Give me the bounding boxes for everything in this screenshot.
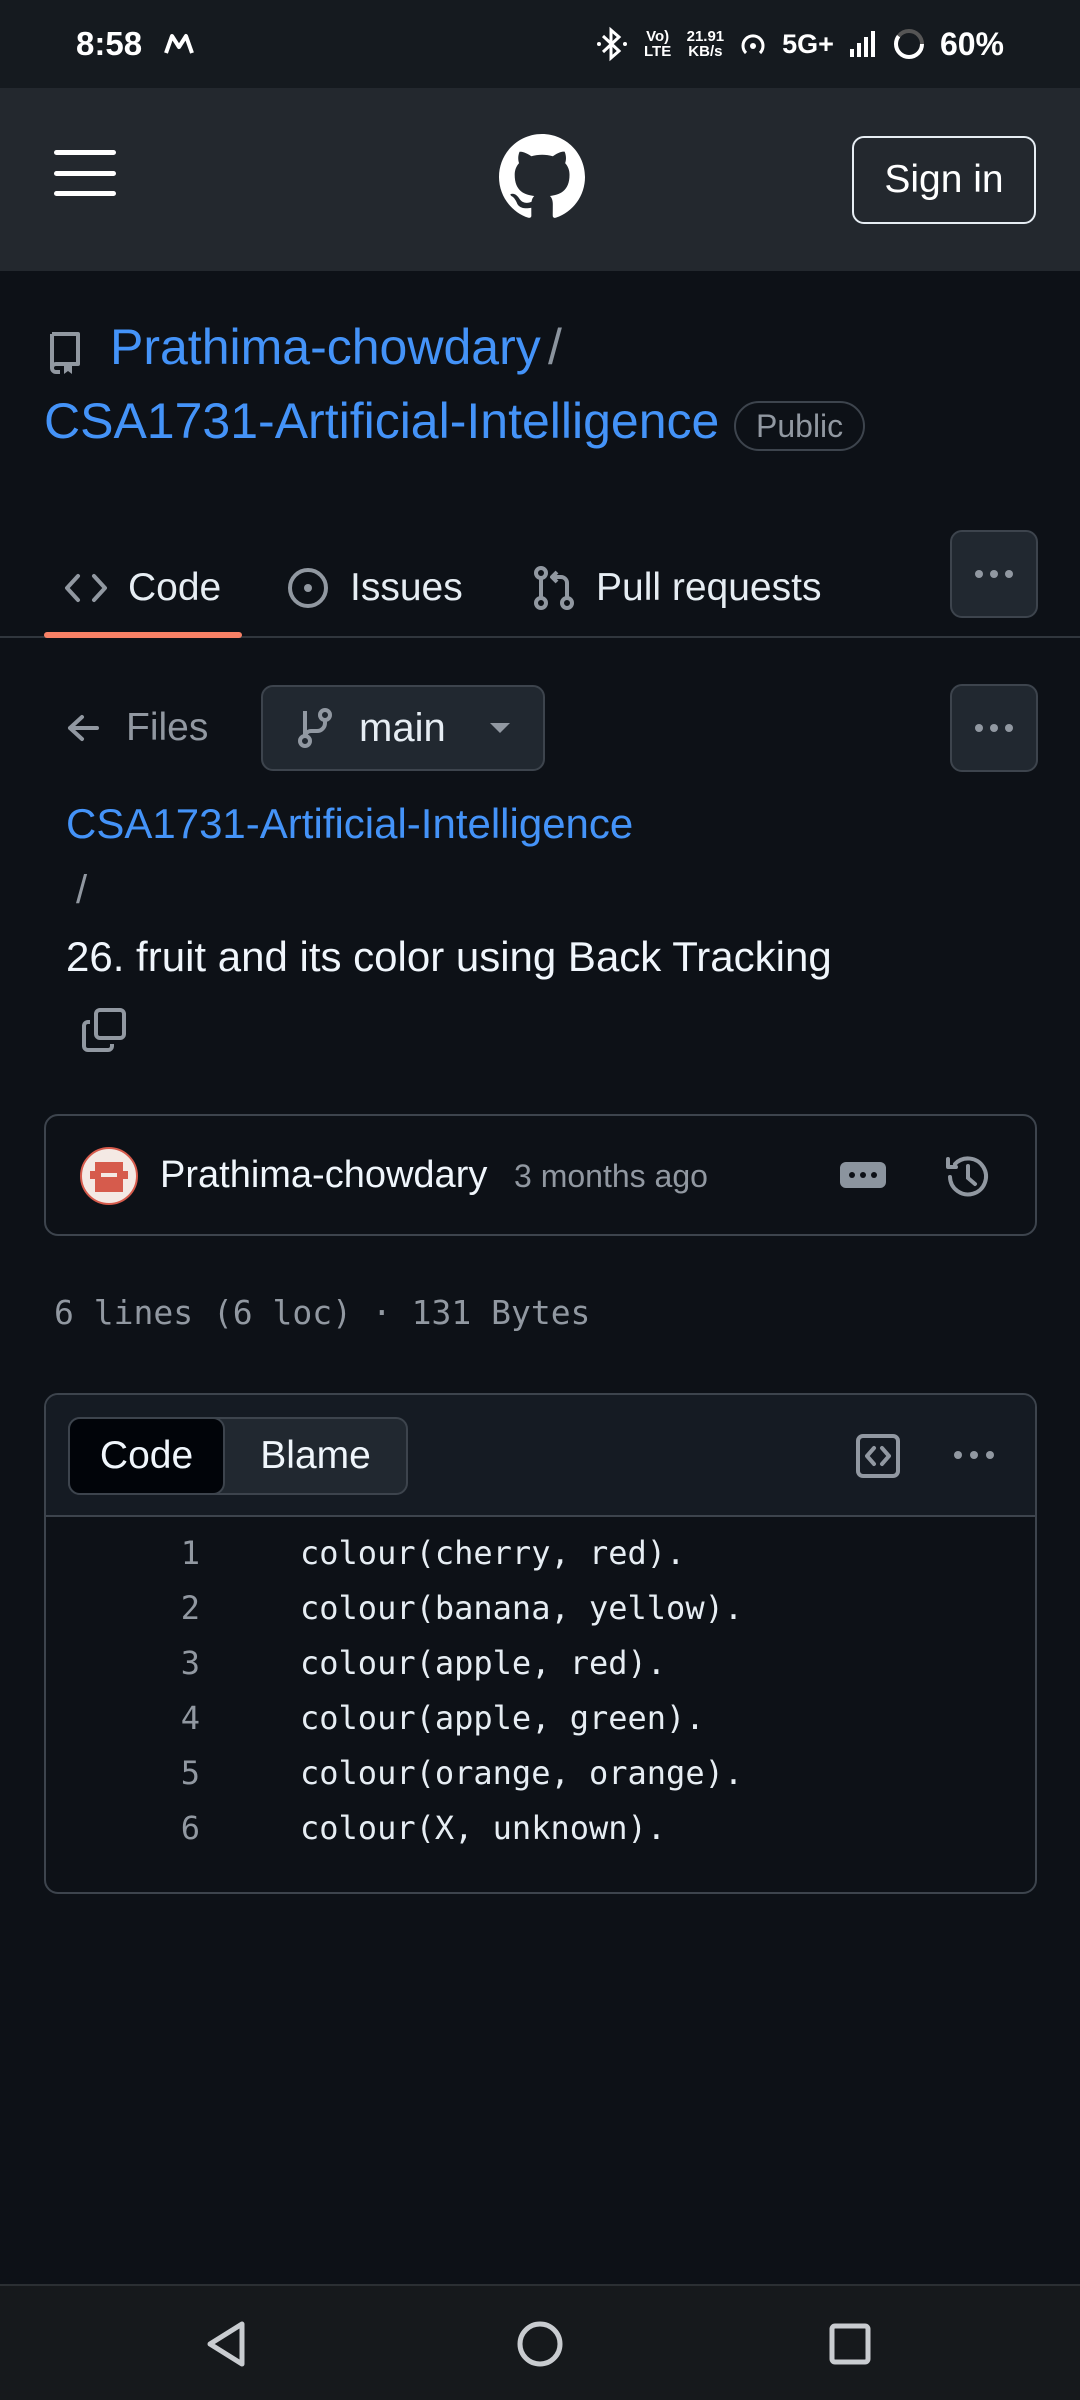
commit-author-link[interactable]: Prathima-chowdary <box>160 1154 487 1197</box>
code-line: 3 colour(apple, red). <box>46 1635 1035 1690</box>
line-number[interactable]: 5 <box>46 1754 200 1792</box>
tab-code[interactable]: Code <box>64 544 221 632</box>
line-content: colour(orange, orange). <box>300 1753 744 1792</box>
line-number[interactable]: 3 <box>46 1644 200 1682</box>
code-more-button[interactable] <box>954 1451 994 1459</box>
sign-in-button[interactable]: Sign in <box>852 136 1036 224</box>
repo-tabs: Code Issues Pull requests <box>0 530 1080 638</box>
commit-message-expand-button[interactable] <box>840 1162 886 1188</box>
network-speed-unit: KB/s <box>688 43 723 60</box>
breadcrumb-file-name: 26. fruit and its color using Back Track… <box>66 933 832 980</box>
volte-indicator: Vo) LTE <box>644 28 672 60</box>
git-branch-icon <box>297 707 333 749</box>
arrow-left-icon <box>66 713 100 743</box>
code-line: 6 colour(X, unknown). <box>46 1800 1035 1855</box>
code-line: 1 colour(cherry, red). <box>46 1525 1035 1580</box>
file-meta: 6 lines (6 loc) · 131 Bytes <box>54 1293 591 1332</box>
repo-name-link[interactable]: CSA1731-Artificial-Intelligence <box>44 392 719 450</box>
network-speed-value: 21.91 <box>686 28 725 45</box>
breadcrumb-repo-link[interactable]: CSA1731-Artificial-Intelligence <box>66 800 633 848</box>
files-label: Files <box>126 706 209 749</box>
line-content: colour(banana, yellow). <box>300 1588 744 1627</box>
line-content: colour(X, unknown). <box>300 1808 667 1847</box>
line-number[interactable]: 1 <box>46 1534 200 1572</box>
blame-view-button[interactable]: Blame <box>225 1419 406 1493</box>
files-back-button[interactable]: Files <box>66 700 208 756</box>
view-toggle: Code Blame <box>68 1417 408 1495</box>
tabs-more-button[interactable] <box>950 530 1038 618</box>
code-panel: Code Blame 1 colour(cherry, red). 2 colour… <box>44 1393 1037 1894</box>
line-number[interactable]: 4 <box>46 1699 200 1737</box>
tab-issues-label: Issues <box>350 566 463 609</box>
breadcrumb-separator: / <box>76 868 88 912</box>
file-more-button[interactable] <box>950 684 1038 772</box>
active-tab-indicator <box>44 632 242 638</box>
home-circle-icon[interactable] <box>510 2314 570 2374</box>
branch-selector[interactable]: main <box>261 685 545 771</box>
battery-level: 60% <box>939 25 1004 62</box>
tab-issues[interactable]: Issues <box>286 544 463 632</box>
copy-path-icon[interactable] <box>80 1006 128 1054</box>
github-octocat-icon[interactable] <box>499 134 585 220</box>
git-pull-request-icon <box>532 565 576 611</box>
line-content: colour(apple, green). <box>300 1698 705 1737</box>
visibility-badge: Public <box>734 401 866 451</box>
chevron-down-icon <box>489 723 510 733</box>
tab-code-label: Code <box>128 566 222 609</box>
signal-icon <box>848 29 878 59</box>
line-content: colour(apple, red). <box>300 1643 667 1682</box>
status-time: 8:58 <box>76 25 143 62</box>
code-line: 4 colour(apple, green). <box>46 1690 1035 1745</box>
tab-pull-requests[interactable]: Pull requests <box>532 544 821 632</box>
history-icon[interactable] <box>942 1151 994 1203</box>
repo-icon <box>46 330 84 374</box>
code-line: 5 colour(orange, orange). <box>46 1745 1035 1800</box>
code-line: 2 colour(banana, yellow). <box>46 1580 1035 1635</box>
avatar[interactable] <box>80 1147 138 1205</box>
recents-square-icon[interactable] <box>820 2314 880 2374</box>
bluetooth-icon <box>595 26 629 62</box>
m-logo-icon <box>164 33 194 55</box>
hotspot-icon <box>738 29 768 59</box>
code-lines: 1 colour(cherry, red). 2 colour(banana, ye… <box>46 1525 1035 1855</box>
app-header: Sign in <box>0 88 1080 271</box>
code-view-button[interactable]: Code <box>68 1417 226 1495</box>
commit-time: 3 months ago <box>514 1158 708 1194</box>
status-bar: 8:58 Vo) LTE 21.91 KB/s 5G+ 60% <box>0 0 1080 88</box>
network-type: 5G+ <box>782 28 834 59</box>
latest-commit-box: Prathima-chowdary 3 months ago <box>44 1114 1037 1236</box>
line-number[interactable]: 2 <box>46 1589 200 1627</box>
code-icon <box>64 571 108 605</box>
branch-name: main <box>359 705 446 750</box>
code-toolbar: Code Blame <box>46 1395 1035 1517</box>
line-content: colour(cherry, red). <box>300 1533 686 1572</box>
raw-file-icon[interactable] <box>854 1432 902 1480</box>
repo-owner-link[interactable]: Prathima-chowdary <box>110 318 541 376</box>
back-triangle-icon[interactable] <box>198 2314 258 2374</box>
system-nav-bar <box>0 2284 1080 2400</box>
issue-opened-icon <box>286 566 330 610</box>
network-speed: 21.91 KB/s <box>687 29 725 59</box>
battery-icon <box>892 27 926 61</box>
repo-separator: / <box>548 319 562 375</box>
hamburger-menu-icon[interactable] <box>54 150 116 196</box>
line-number[interactable]: 6 <box>46 1809 200 1847</box>
tab-pull-requests-label: Pull requests <box>596 566 822 609</box>
